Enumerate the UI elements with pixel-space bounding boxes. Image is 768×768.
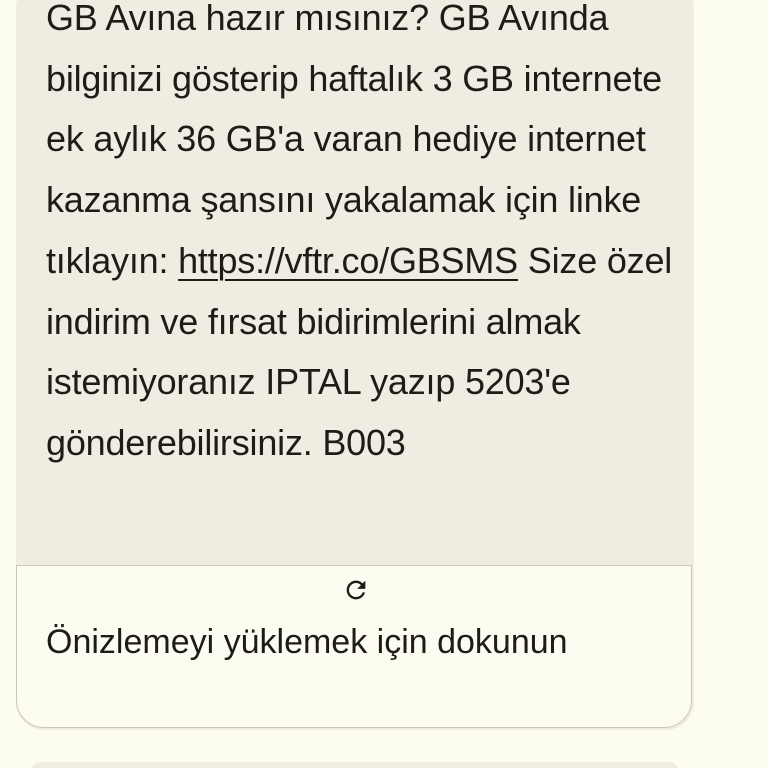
preview-load-label[interactable]: Önizlemeyi yüklemek için dokunun <box>46 616 606 669</box>
message-text-before-link: GB Avına hazır mısınız? GB Avında bilgin… <box>46 0 662 281</box>
refresh-icon[interactable] <box>342 576 370 604</box>
message-text: GB Avına hazır mısınız? GB Avında bilgin… <box>46 0 686 474</box>
link-preview-card[interactable]: Önizlemeyi yüklemek için dokunun <box>16 565 692 728</box>
message-link[interactable]: https://vftr.co/GBSMS <box>178 240 518 281</box>
next-message-bubble-edge <box>30 762 680 768</box>
message-bubble[interactable]: GB Avına hazır mısınız? GB Avında bilgin… <box>16 0 694 730</box>
